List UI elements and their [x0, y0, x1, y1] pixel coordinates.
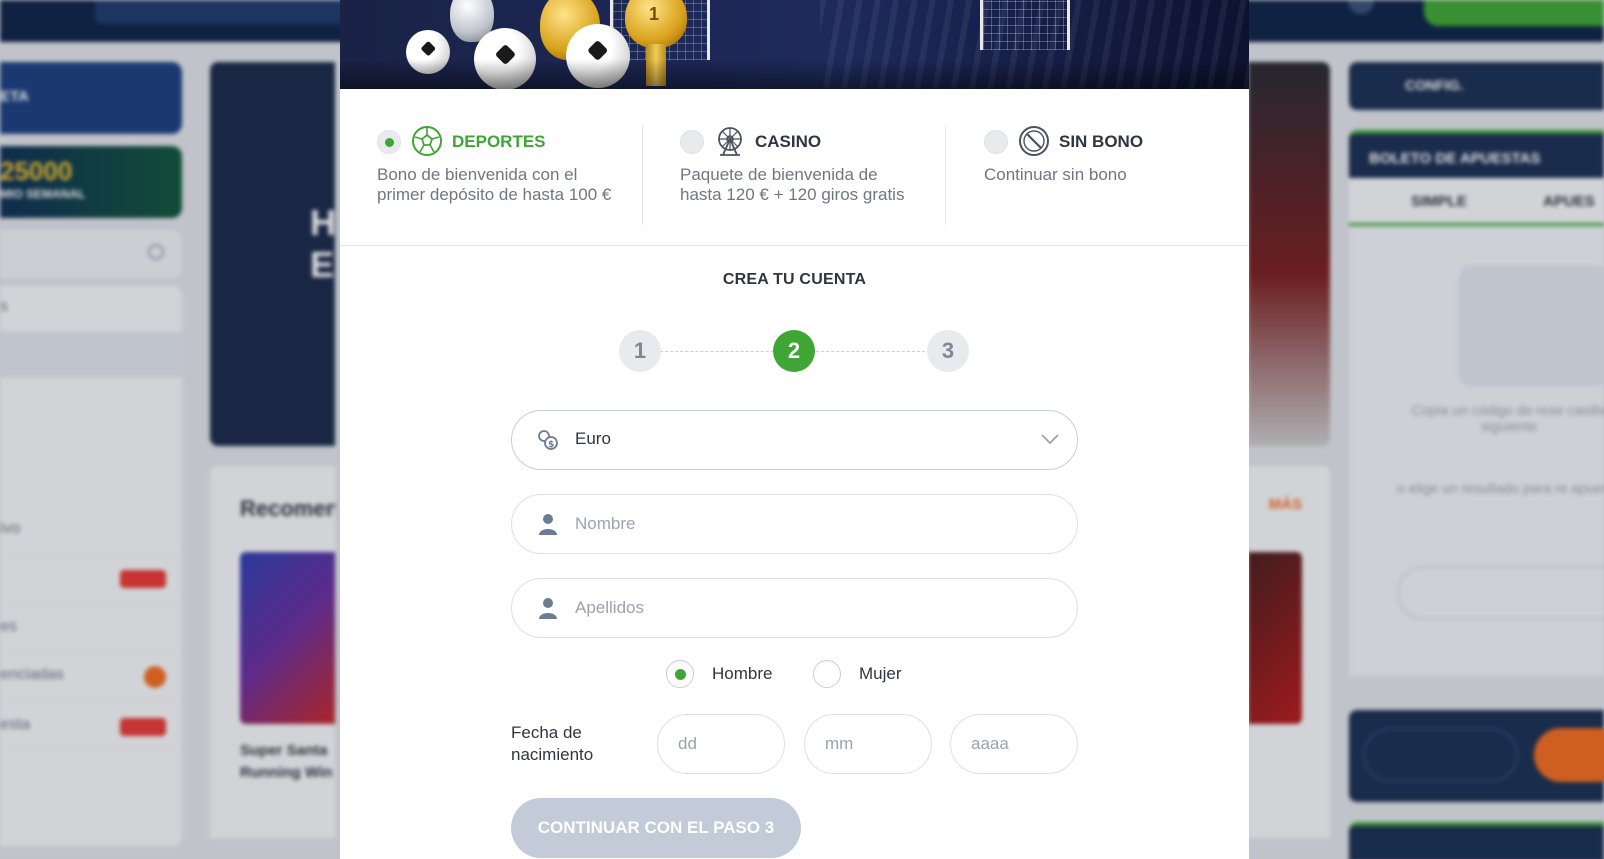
step-1[interactable]: 1	[619, 330, 661, 372]
ferris-wheel-icon	[718, 127, 742, 156]
form-title: CREA TU CUENTA	[722, 271, 867, 288]
bonus-selector: DEPORTES Bono de bienvenida con el prime…	[340, 89, 1249, 246]
gender-label-female: Mujer	[859, 664, 902, 683]
first-name-input[interactable]	[575, 507, 1045, 541]
bonus-divider	[945, 125, 946, 225]
step-3[interactable]: 3	[927, 330, 969, 372]
currency-select[interactable]: $ Euro	[511, 410, 1078, 470]
goal-net-image	[980, 0, 1070, 50]
gender-option-female[interactable]: Mujer	[813, 660, 902, 688]
bonus-description: Bono de bienvenida con el primer depósit…	[377, 165, 612, 204]
birth-year-field[interactable]	[950, 714, 1078, 774]
last-name-field[interactable]	[511, 578, 1078, 638]
no-sign-icon	[1019, 126, 1049, 156]
birth-day-input[interactable]	[678, 727, 768, 761]
step-2[interactable]: 2	[773, 330, 815, 372]
gold-cup-image: 1	[625, 0, 687, 48]
birth-day-field[interactable]	[657, 714, 785, 774]
trophy-number: 1	[649, 4, 660, 24]
birth-month-input[interactable]	[825, 727, 915, 761]
birth-date-label: Fecha de nacimiento	[511, 723, 594, 764]
bonus-title: SIN BONO	[1059, 132, 1144, 151]
soccer-ball-icon	[412, 126, 442, 156]
bonus-divider	[642, 125, 643, 225]
chevron-down-icon	[1041, 434, 1059, 445]
bonus-title: DEPORTES	[452, 132, 546, 151]
bonus-description: Paquete de bienvenida de hasta 120 € + 1…	[680, 165, 905, 204]
gender-option-male[interactable]: Hombre	[666, 660, 772, 688]
bonus-description: Continuar sin bono	[984, 165, 1127, 184]
last-name-input[interactable]	[575, 591, 1045, 625]
bonus-radio[interactable]	[984, 130, 1008, 154]
svg-text:$: $	[548, 440, 554, 450]
first-name-field[interactable]	[511, 494, 1078, 554]
birth-month-field[interactable]	[804, 714, 932, 774]
gender-radio-male[interactable]	[666, 660, 694, 688]
coins-icon: $	[538, 430, 558, 450]
user-icon	[539, 598, 557, 619]
bonus-radio[interactable]	[377, 130, 401, 154]
gender-radio-female[interactable]	[813, 660, 841, 688]
banner-floor-shadow	[340, 59, 1249, 89]
user-icon	[539, 514, 557, 535]
bonus-radio[interactable]	[680, 130, 704, 154]
birth-year-input[interactable]	[971, 727, 1061, 761]
bonus-title: CASINO	[755, 132, 822, 151]
registration-modal: 1 DEPORTES Bono de bienvenida con el pri…	[340, 0, 1249, 859]
currency-value: Euro	[575, 429, 611, 448]
continue-step-3-button[interactable]: CONTINUAR CON EL PASO 3	[511, 798, 801, 858]
promo-banner: 1	[340, 0, 1249, 89]
gender-label-male: Hombre	[712, 664, 773, 683]
